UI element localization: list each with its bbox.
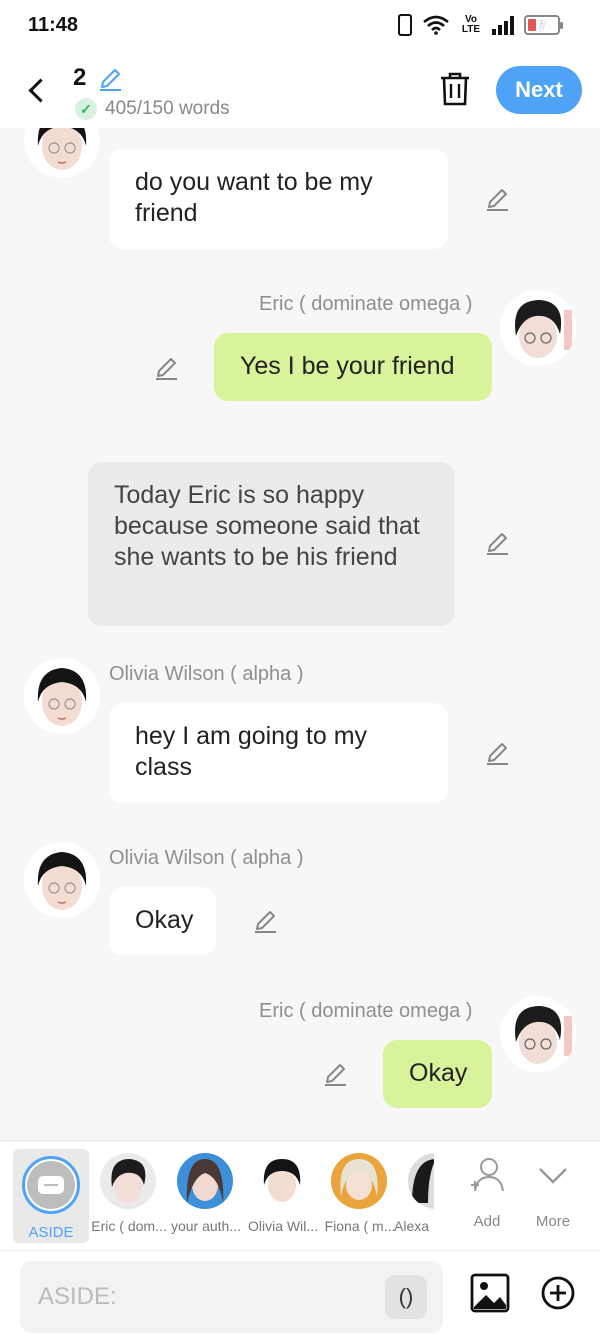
eric-avatar[interactable]	[500, 290, 576, 366]
message-input[interactable]	[38, 1279, 368, 1315]
message-bubble[interactable]: hey I am going to my class	[109, 703, 448, 803]
edit-message-icon[interactable]	[322, 1061, 348, 1087]
character-bar: ASIDE Eric ( dom... your auth... Olivia …	[0, 1140, 600, 1250]
image-button[interactable]	[470, 1273, 510, 1313]
aside-icon	[22, 1156, 80, 1214]
chat-area[interactable]: do you want to be my friend Eric ( domin…	[0, 128, 600, 1140]
add-user-icon	[471, 1158, 504, 1192]
message-bubble[interactable]: do you want to be my friend	[109, 149, 448, 249]
volte-icon: Vo LTE	[461, 14, 481, 35]
sender-name: Olivia Wilson ( alpha )	[109, 847, 304, 869]
character-olivia[interactable]: Olivia Wil...	[242, 1141, 322, 1251]
trash-button[interactable]	[438, 70, 472, 108]
sender-name: Eric ( dominate omega )	[259, 1000, 473, 1022]
eric-avatar-icon	[500, 290, 576, 366]
olivia-avatar[interactable]	[24, 658, 100, 734]
more-button[interactable]: More	[521, 1151, 585, 1243]
sender-name: Olivia Wilson ( alpha )	[109, 663, 304, 685]
more-label: More	[535, 1213, 571, 1230]
olivia-avatar-icon	[24, 128, 100, 178]
signal-icon	[492, 15, 514, 35]
edit-title-icon[interactable]	[97, 66, 123, 92]
plus-circle-icon	[541, 1276, 575, 1310]
status-time: 11:48	[28, 14, 79, 36]
add-character-button[interactable]: Add	[455, 1151, 519, 1243]
page-title: 2	[73, 64, 87, 91]
olivia-avatar-icon	[24, 842, 100, 918]
aside-label: ASIDE	[28, 1224, 74, 1241]
add-label: Add	[473, 1213, 501, 1230]
chevron-down-icon	[539, 1168, 567, 1184]
alexa-avatar-icon	[408, 1153, 434, 1209]
eric-avatar-icon	[100, 1153, 156, 1209]
battery-icon: 7	[524, 15, 563, 35]
character-author[interactable]: your auth...	[165, 1141, 245, 1251]
edit-message-icon[interactable]	[484, 530, 510, 556]
character-eric[interactable]: Eric ( dom...	[88, 1141, 168, 1251]
aside-bubble[interactable]: Today Eric is so happy because someone s…	[88, 462, 455, 626]
next-button[interactable]: Next	[496, 66, 582, 114]
image-icon	[470, 1273, 510, 1313]
message-input-box: ()	[20, 1261, 443, 1333]
aside-tab[interactable]: ASIDE	[13, 1149, 89, 1243]
eric-avatar[interactable]	[500, 996, 576, 1072]
edit-message-icon[interactable]	[252, 908, 278, 934]
olivia-avatar-icon	[254, 1153, 310, 1209]
input-bar: ()	[0, 1250, 600, 1343]
character-label: Alexa	[394, 1218, 430, 1234]
olivia-avatar[interactable]	[24, 128, 100, 178]
check-icon: ✓	[75, 98, 97, 120]
edit-message-icon[interactable]	[484, 186, 510, 212]
author-avatar-icon	[177, 1153, 233, 1209]
header: 2 ✓ 405/150 words Next	[0, 52, 600, 128]
trash-icon	[441, 72, 469, 106]
status-icons: Vo LTE 7	[398, 14, 563, 36]
olivia-avatar[interactable]	[24, 842, 100, 918]
eric-avatar-icon	[500, 996, 576, 1072]
vibrate-icon	[398, 14, 412, 36]
wifi-icon	[423, 15, 449, 35]
olivia-avatar-icon	[24, 658, 100, 734]
sender-name: Eric ( dominate omega )	[259, 293, 473, 315]
message-bubble[interactable]: Okay	[109, 887, 216, 955]
edit-message-icon[interactable]	[484, 740, 510, 766]
back-button[interactable]	[22, 70, 52, 110]
add-button[interactable]	[540, 1275, 576, 1311]
message-bubble[interactable]: Yes I be your friend	[214, 333, 492, 401]
character-fiona[interactable]: Fiona ( m...	[319, 1141, 399, 1251]
edit-message-icon[interactable]	[153, 355, 179, 381]
word-count-text: 405/150 words	[105, 98, 230, 119]
status-bar: 11:48 Vo LTE 7	[0, 0, 600, 52]
battery-level: 7	[538, 17, 546, 33]
word-count: ✓ 405/150 words	[75, 98, 230, 120]
character-alexa[interactable]: Alexa	[390, 1141, 434, 1251]
fiona-avatar-icon	[331, 1153, 387, 1209]
parenthesis-button[interactable]: ()	[385, 1275, 427, 1319]
message-bubble[interactable]: Okay	[383, 1040, 492, 1108]
